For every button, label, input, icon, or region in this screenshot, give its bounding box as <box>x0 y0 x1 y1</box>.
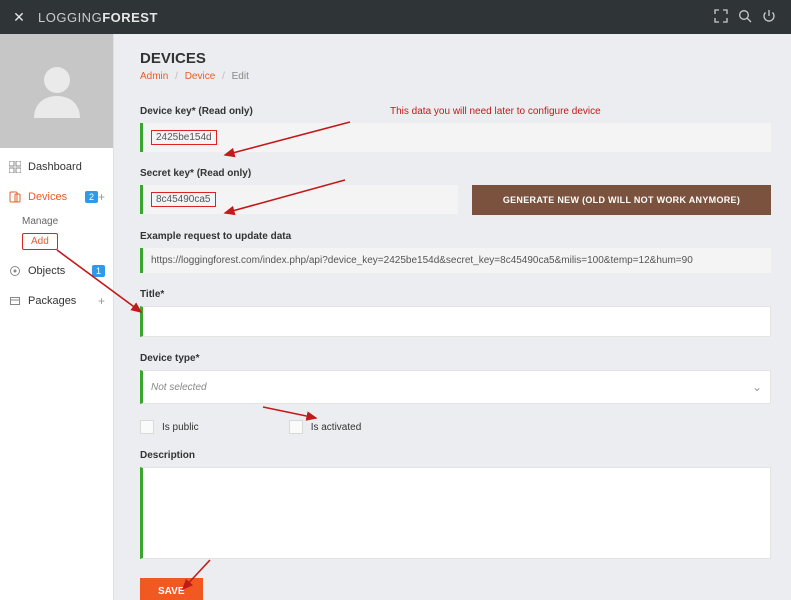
sidebar-item-label: Objects <box>28 265 89 277</box>
sidebar-item-label: Packages <box>28 295 98 307</box>
chevron-down-icon: ⌄ <box>752 380 762 394</box>
sidebar-item-objects[interactable]: Objects 1 <box>0 256 113 286</box>
is-activated-label: Is activated <box>311 422 362 433</box>
brand-bold: FOREST <box>102 10 158 25</box>
avatar <box>0 34 113 148</box>
brand-light: LOGGING <box>38 10 102 25</box>
search-icon[interactable] <box>733 9 757 26</box>
sidebar-item-packages[interactable]: Packages + <box>0 286 113 316</box>
sidebar-item-devices[interactable]: Devices 2 + <box>0 182 113 212</box>
example-request-field: https://loggingforest.com/index.php/api?… <box>140 248 771 273</box>
page-title: DEVICES <box>140 50 771 67</box>
crumb-device[interactable]: Device <box>185 71 216 82</box>
is-public-label: Is public <box>162 422 199 433</box>
sidebar-item-label: Dashboard <box>28 161 105 173</box>
devices-icon <box>8 190 22 204</box>
fullscreen-icon[interactable] <box>709 9 733 26</box>
breadcrumb: Admin / Device / Edit <box>140 71 771 82</box>
objects-icon <box>8 264 22 278</box>
secret-key-label: Secret key* (Read only) <box>140 168 771 179</box>
badge-count: 1 <box>92 265 105 277</box>
crumb-admin[interactable]: Admin <box>140 71 168 82</box>
device-type-select[interactable]: Not selected ⌄ <box>140 370 771 404</box>
is-public-checkbox[interactable] <box>140 420 154 434</box>
power-icon[interactable] <box>757 9 781 26</box>
topbar: ✕ LOGGINGFOREST <box>0 0 791 34</box>
secret-key-field: 8c45490ca5 <box>140 185 458 214</box>
sidebar-submenu: Manage Add <box>0 212 113 256</box>
sidebar: Dashboard Devices 2 + Manage Add Objects… <box>0 34 114 600</box>
title-label: Title* <box>140 289 771 300</box>
main-content: DEVICES Admin / Device / Edit Device key… <box>114 34 791 600</box>
device-key-field: 2425be154d <box>140 123 771 152</box>
configure-note: This data you will need later to configu… <box>390 106 601 117</box>
device-type-value: Not selected <box>151 382 207 393</box>
description-label: Description <box>140 450 771 461</box>
sidebar-item-dashboard[interactable]: Dashboard <box>0 152 113 182</box>
crumb-current: Edit <box>232 71 249 82</box>
sidebar-sub-manage[interactable]: Manage <box>22 216 113 227</box>
is-activated-checkbox[interactable] <box>289 420 303 434</box>
add-label: Add <box>31 236 49 247</box>
plus-icon[interactable]: + <box>98 190 105 204</box>
secret-key-value: 8c45490ca5 <box>151 192 216 207</box>
sidebar-item-label: Devices <box>28 191 82 203</box>
close-icon[interactable]: ✕ <box>10 9 28 26</box>
title-input[interactable] <box>140 306 771 337</box>
badge-count: 2 <box>85 191 98 203</box>
dashboard-icon <box>8 160 22 174</box>
generate-new-button[interactable]: GENERATE NEW (OLD WILL NOT WORK ANYMORE) <box>472 185 771 215</box>
plus-icon[interactable]: + <box>98 294 105 308</box>
device-type-label: Device type* <box>140 353 771 364</box>
sidebar-sub-add[interactable]: Add <box>22 233 58 250</box>
save-button[interactable]: SAVE <box>140 578 203 600</box>
device-key-value: 2425be154d <box>151 130 217 145</box>
example-request-label: Example request to update data <box>140 231 771 242</box>
brand: LOGGINGFOREST <box>38 10 158 25</box>
packages-icon <box>8 294 22 308</box>
description-textarea[interactable] <box>140 467 771 559</box>
